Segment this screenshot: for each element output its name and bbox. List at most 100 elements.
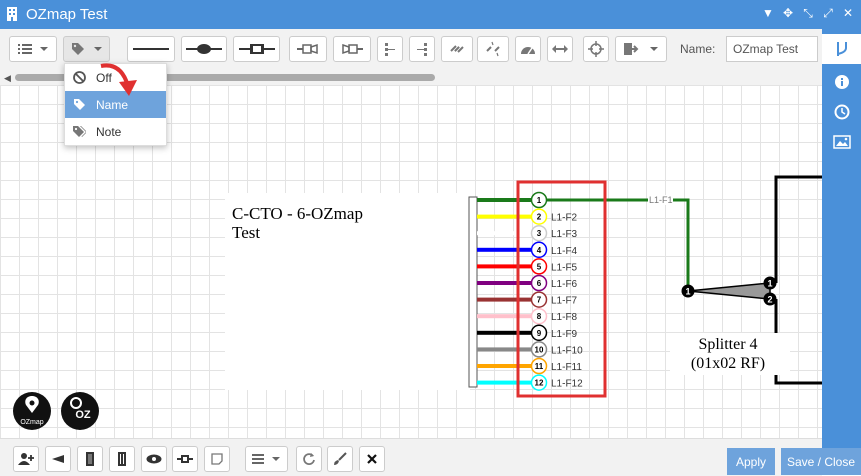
sidebar-item-image[interactable] [822,127,861,157]
fiber-port-number: 4 [537,246,542,255]
panel-tool-button[interactable] [109,446,135,472]
save-close-button[interactable]: Save / Close [781,448,861,475]
annotation-arrow [100,63,137,96]
export-icon [624,43,658,55]
right-sidebar [822,29,861,475]
tag-icon [71,43,102,55]
fiber-line[interactable] [477,231,532,236]
oz-logo: OZ [61,392,99,430]
fiber-port-number: 5 [537,262,542,271]
menu-item-label: Note [96,124,122,139]
sidebar-item-history[interactable] [822,97,861,127]
fiber-branch-icon [836,42,847,56]
add-user-button[interactable] [13,446,39,472]
fiber-port-number: 6 [537,279,542,288]
splitter-input-num: 1 [685,287,690,297]
link-button[interactable] [441,36,473,62]
ozmap-logo: OZmap [13,392,51,430]
fiber-line[interactable] [477,380,532,385]
fiber-line[interactable] [477,364,532,368]
output-line-1[interactable] [774,175,822,283]
fiber-label: L1-F9 [551,329,578,340]
cto-label-line1: C-CTO - 6-OZmap [232,204,363,223]
fiber-port-number: 1 [537,196,542,205]
add-user-icon [18,453,34,465]
close-icon[interactable]: ✕ [841,6,855,20]
unlink-button[interactable] [477,36,509,62]
crosshair-icon [588,41,604,57]
fiber-tray [468,196,478,388]
splice-button[interactable] [233,36,280,62]
tags-icon [73,126,86,137]
resize-horizontal-button[interactable] [547,36,573,62]
center-button[interactable] [583,36,609,62]
menu-item-note[interactable]: Note [65,118,166,145]
list-dropdown-button[interactable] [9,36,57,62]
align-dropdown-button[interactable] [245,446,288,472]
splitter-output-num-2: 2 [767,295,772,305]
refresh-icon [303,453,315,465]
socket-button[interactable] [333,36,371,62]
fiber-line[interactable] [477,314,532,319]
fiber-line[interactable] [477,264,532,269]
list-icon [18,44,48,54]
delete-button[interactable] [359,446,385,472]
ozmap-logo-text: OZmap [20,419,43,426]
export-dropdown-button[interactable] [615,36,667,62]
bottom-toolbar [0,438,822,476]
brush-button[interactable] [327,446,353,472]
note-tool-button[interactable] [204,446,230,472]
collapse-icon[interactable]: ▼ [761,6,775,20]
fiber-port-number: 7 [537,296,542,305]
fiber-label: L1-F2 [551,213,578,224]
dashboard-button[interactable] [515,36,541,62]
fiber-port-number: 9 [537,329,542,338]
fiber-line[interactable] [477,347,532,352]
fiber-line[interactable] [477,247,532,252]
connection-label: L1-F1 [649,195,673,205]
fiber-label: L1-F3 [551,229,578,240]
sidebar-item-info[interactable] [822,67,861,97]
fiber-line[interactable] [477,281,532,285]
connector-tool-button[interactable] [45,446,71,472]
scroll-left-icon[interactable]: ◀ [4,73,11,84]
refresh-button[interactable] [296,446,322,472]
window-title: OZmap Test [26,6,108,23]
split-left-button[interactable] [377,36,403,62]
fiber-line[interactable] [477,214,532,219]
image-icon [832,135,851,149]
connector-button[interactable] [181,36,227,62]
fiber-line[interactable] [477,198,532,202]
fiber-label: L1-F7 [551,296,578,307]
fiber-label: L1-F12 [551,379,583,390]
splitter-output-num-1: 1 [767,279,772,289]
move-icon[interactable]: ✥ [781,6,795,20]
fiber-line[interactable] [477,330,532,335]
plug-button[interactable] [289,36,327,62]
ban-icon [72,71,86,84]
align-icon [251,454,280,464]
oz-logo-text: OZ [75,409,91,421]
eye-icon [146,454,162,464]
fiber-port-number: 8 [537,312,542,321]
name-input[interactable] [726,36,818,62]
apply-button[interactable]: Apply [727,448,775,475]
maximize-icon[interactable]: ⤢ [821,6,835,20]
box-tool-button[interactable] [172,446,198,472]
eye-tool-button[interactable] [141,446,167,472]
fiber-line[interactable] [477,297,532,302]
fiber-label: L1-F11 [551,362,582,373]
sidebar-item-fiber[interactable] [822,34,861,64]
tray-tool-button[interactable] [77,446,103,472]
minimize-icon[interactable]: ⤡ [801,6,815,20]
dashboard-icon [521,47,535,55]
fiber-label: L1-F5 [551,262,578,273]
splitter-label-line1: Splitter 4 [698,336,757,353]
fiber-label: L1-F10 [551,345,583,356]
brush-icon [334,452,347,465]
fiber-label: L1-F8 [551,312,578,323]
fiber-label: L1-F4 [551,246,578,257]
split-right-button[interactable] [409,36,435,62]
splitter-shape[interactable] [687,282,771,300]
arrows-horizontal-icon [552,45,568,53]
